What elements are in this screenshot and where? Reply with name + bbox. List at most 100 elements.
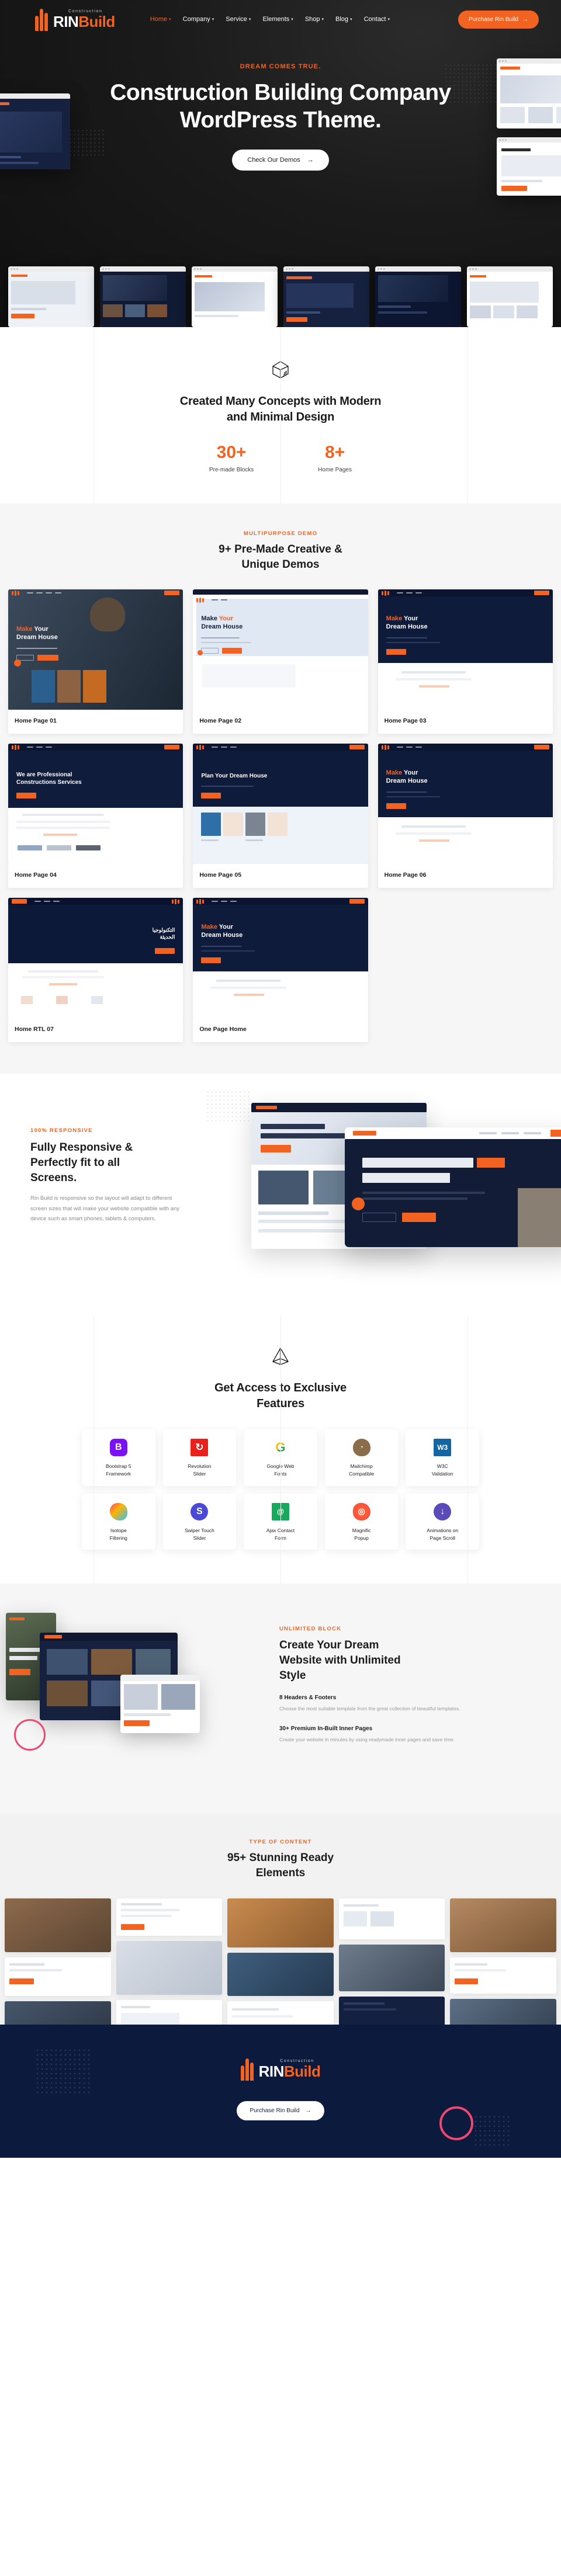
hero-title: Construction Building Company WordPress … xyxy=(0,79,561,134)
tablet-mockup[interactable] xyxy=(120,1675,200,1734)
element-card[interactable] xyxy=(116,1940,223,1995)
nav-item-company[interactable]: Company ▾ xyxy=(183,16,214,23)
feature-label-line1: Isotope xyxy=(110,1527,127,1533)
element-card[interactable] xyxy=(5,1957,111,1996)
nav-item-blog[interactable]: Blog ▾ xyxy=(335,16,352,23)
demo-preview-image[interactable]: Make Your Dream House xyxy=(193,589,368,710)
demo-preview-image[interactable]: Make Your Dream House xyxy=(193,898,368,1019)
hero-preview-strip xyxy=(0,258,561,327)
magnific-popup-icon: ◎ xyxy=(352,1502,370,1520)
element-card[interactable] xyxy=(5,2001,111,2025)
feature-card[interactable]: G Google Web Fonts xyxy=(244,1429,317,1486)
demo-preview-image[interactable]: Make Your Dream House xyxy=(8,589,183,710)
hero-strip-item[interactable] xyxy=(283,266,369,327)
demo-preview-image[interactable]: Make Your Dream House xyxy=(378,744,553,865)
feature-card-label: Isotope Filtering xyxy=(110,1527,127,1542)
chevron-down-icon: ▾ xyxy=(387,18,390,22)
tablet-preview[interactable] xyxy=(345,1127,561,1248)
nav-item-elements[interactable]: Elements ▾ xyxy=(262,16,293,23)
elements-title-line1: 95+ Stunning Ready xyxy=(227,1852,334,1865)
stat-label: Pre-made Blocks xyxy=(209,467,254,473)
demo-card[interactable]: Make Your Dream House Home Page 06 xyxy=(378,744,553,888)
nav-item-service[interactable]: Service ▾ xyxy=(226,16,251,23)
hero-strip-item[interactable] xyxy=(100,266,186,327)
demo-card-title: Home RTL 07 xyxy=(15,1026,54,1033)
hero-strip-item[interactable] xyxy=(375,266,461,327)
demo-preview-image[interactable]: Make Your Dream House xyxy=(378,589,553,710)
element-card[interactable] xyxy=(116,1999,223,2025)
purchase-button-footer[interactable]: Purchase Rin Build → xyxy=(237,2101,324,2121)
demo-card[interactable]: Make Your Dream House Home Page 03 xyxy=(378,589,553,734)
feature-card[interactable]: S Swiper Touch Slider xyxy=(162,1493,237,1550)
hero-strip-item[interactable] xyxy=(8,266,94,327)
demo-card[interactable]: Make Your Dream House One Page Home xyxy=(193,898,368,1043)
hero-strip-item[interactable] xyxy=(192,266,278,327)
demo-card[interactable]: We are Professional Constructions Service… xyxy=(8,744,183,888)
demo-card[interactable]: Make Your Dream House Home Page 02 xyxy=(193,589,368,734)
elements-kicker: TYPE OF CONTENT xyxy=(249,1839,312,1846)
footer-logo[interactable]: Construction RINBuild xyxy=(240,2057,321,2081)
feature-label-line1: W3C xyxy=(437,1463,448,1470)
demo-preview-image[interactable]: التكنولوجيا الحديثة xyxy=(8,898,183,1019)
feature-card[interactable]: ↻ Revolution Slider xyxy=(162,1429,237,1486)
element-card[interactable] xyxy=(116,1898,223,1936)
feature-label-line1: Animations on xyxy=(427,1527,459,1533)
demo-card[interactable]: التكنولوجيا الحديثة Home RTL 07 xyxy=(8,898,183,1043)
feature-card[interactable]: W3 W3C Validation xyxy=(406,1429,479,1486)
demo-card-title: Home Page 01 xyxy=(15,717,57,725)
hero-strip-item[interactable] xyxy=(467,266,553,327)
feature-card[interactable]: ◎ Magnific Popup xyxy=(324,1493,399,1550)
check-demos-button[interactable]: Check Our Demos → xyxy=(232,149,329,171)
unlimited-blocks: 8 Headers & Footers Choose the most suita… xyxy=(279,1695,460,1744)
element-card[interactable] xyxy=(5,1898,111,1952)
demos-section: MULTIPURPOSE DEMO 9+ Pre-Made Creative &… xyxy=(0,504,561,1074)
feature-label-line2: Validation xyxy=(431,1471,453,1477)
feature-card-label: Revolution Slider xyxy=(188,1463,211,1478)
cube-icon xyxy=(271,360,290,380)
feature-card[interactable]: B Bootstrap 5 Framework xyxy=(82,1429,155,1486)
unlimited-block: 30+ Premium In-Built Inner Pages Create y… xyxy=(279,1726,460,1744)
nav-item-home[interactable]: Home ▾ xyxy=(150,16,171,23)
element-card[interactable] xyxy=(450,1998,556,2025)
site-logo[interactable]: Construction RINBuild xyxy=(35,8,115,31)
feature-label-line1: Ajax Contact xyxy=(266,1527,295,1533)
google-icon: G xyxy=(272,1439,289,1456)
elements-column xyxy=(450,1898,556,2025)
mailchimp-icon: ◔ xyxy=(352,1439,370,1457)
feature-card[interactable]: ↓ Animations on Page Scroll xyxy=(406,1493,479,1550)
stats-title-line1: Created Many Concepts with Modern xyxy=(179,395,382,408)
nav-item-contact[interactable]: Contact ▾ xyxy=(364,16,390,23)
nav-item-shop[interactable]: Shop ▾ xyxy=(305,16,324,23)
feature-card[interactable]: ◔ Mailchimp Compatible xyxy=(324,1429,399,1486)
element-card-testimonial[interactable]: What Our Client Says xyxy=(338,1996,445,2025)
logo-name: RINBuild xyxy=(258,2063,321,2081)
feature-card[interactable]: @ Ajax Contact Form xyxy=(244,1493,317,1550)
swiper-icon: S xyxy=(191,1502,209,1520)
element-card[interactable] xyxy=(227,1952,334,1996)
feature-label-line2: Compatible xyxy=(349,1471,375,1477)
chevron-down-icon: ▾ xyxy=(169,18,171,22)
demo-preview-image[interactable]: We are Professional Constructions Service… xyxy=(8,744,183,865)
feature-label-line1: Magnific xyxy=(352,1527,371,1533)
purchase-button-header[interactable]: Purchase Rin Build → xyxy=(458,10,539,29)
element-card[interactable] xyxy=(338,1898,445,1939)
elements-column: What Our Client Says xyxy=(338,1898,445,2025)
element-card[interactable] xyxy=(227,2001,334,2025)
demos-title-line1: 9+ Pre-Made Creative & xyxy=(219,543,342,556)
element-card[interactable] xyxy=(338,1944,445,1991)
demo-card[interactable]: Plan Your Dream House Home Page 05 xyxy=(193,744,368,888)
responsive-copy: 100% RESPONSIVE Fully Responsive & Perfe… xyxy=(30,1127,187,1224)
ajax-contact-form-icon: @ xyxy=(271,1502,289,1520)
demo-preview-image[interactable]: Plan Your Dream House xyxy=(193,744,368,865)
feature-card[interactable]: Isotope Filtering xyxy=(82,1493,155,1550)
arrow-right-icon: → xyxy=(522,16,528,23)
demo-card[interactable]: Make Your Dream House Home Page 01 xyxy=(8,589,183,734)
element-card[interactable] xyxy=(227,1898,334,1947)
demos-header: MULTIPURPOSE DEMO 9+ Pre-Made Creative &… xyxy=(0,530,561,572)
nav-item-label: Home xyxy=(150,16,168,23)
responsive-paragraph: Rin Build is responsive so the layout wi… xyxy=(30,1195,180,1223)
element-card[interactable] xyxy=(450,1898,556,1952)
element-card[interactable] xyxy=(450,1957,556,1994)
hero-kicker: DREAM COMES TRUE. xyxy=(240,63,321,70)
unlimited-style-section: UNLIMITED BLOCK Create Your Dream Websit… xyxy=(0,1584,561,1815)
